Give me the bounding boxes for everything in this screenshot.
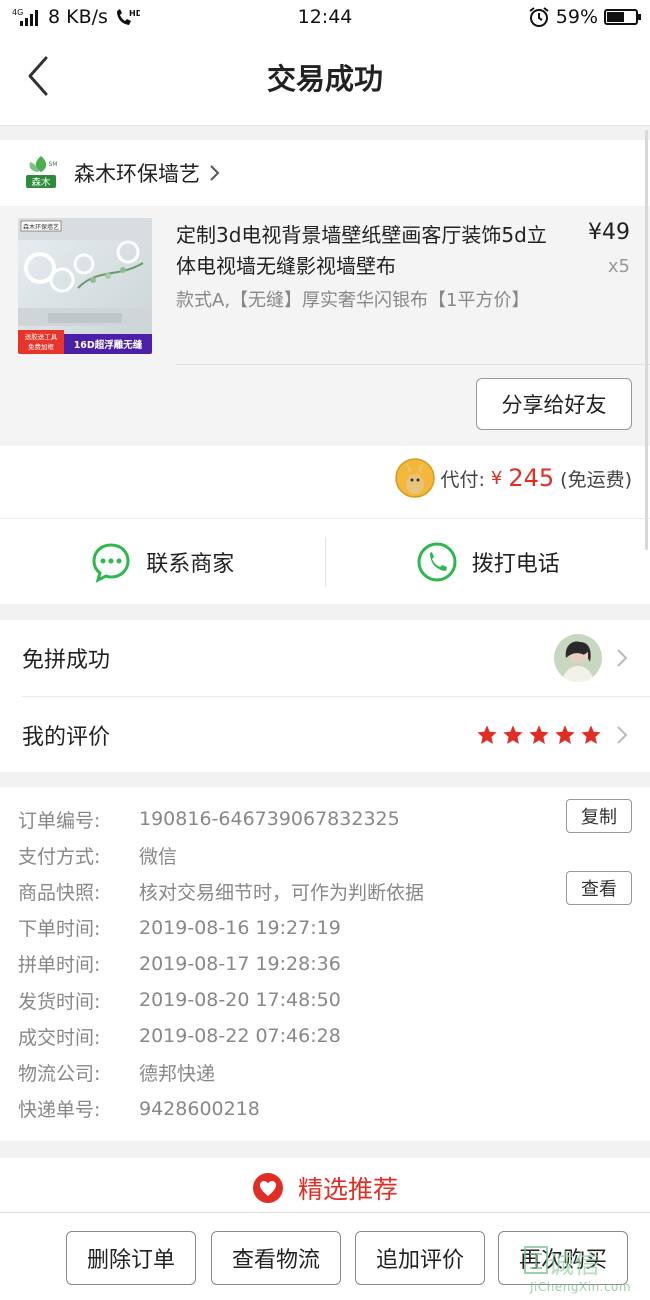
- group-success-label: 免拼成功: [22, 648, 111, 673]
- svg-text:送胶送工具: 送胶送工具: [25, 332, 58, 341]
- back-arrow-icon[interactable]: [20, 52, 60, 100]
- chevron-right-icon: [617, 725, 628, 744]
- order-info-row: 发货时间: 2019-08-20 17:48:50: [0, 982, 650, 1018]
- battery-icon: [604, 9, 641, 25]
- product-spec: 款式A,【无缝】厚实奢华闪银布【1平方价】: [176, 290, 530, 311]
- view-snapshot-button[interactable]: 查看: [566, 871, 632, 905]
- star-icon: [529, 724, 549, 744]
- network-speed: 8 KB/s: [48, 6, 108, 28]
- order-info-label: 快递单号:: [18, 1099, 101, 1122]
- star-icon: [503, 724, 523, 744]
- payment-amount: 245: [508, 464, 555, 492]
- order-shop-card: 森木 SM 森木环保墙艺 森木环保墙艺 送胶送工具 免费加框 16D超浮雕无缝 …: [0, 140, 650, 518]
- order-info-card: 订单编号: 190816-646739067832325 支付方式: 微信商品快照: 核…: [0, 787, 650, 1141]
- bottom-action-bar: 删除订单 查看物流 追加评价 再次购买: [0, 1212, 650, 1300]
- order-info-label: 订单编号:: [18, 809, 101, 832]
- product-price: ¥49: [588, 220, 630, 245]
- call-phone-label: 拨打电话: [471, 551, 560, 577]
- star-icon: [581, 724, 601, 744]
- battery-percent: 59%: [555, 6, 598, 28]
- order-info-value: 2019-08-16 19:27:19: [139, 916, 341, 939]
- svg-text:16D超浮雕无缝: 16D超浮雕无缝: [74, 339, 143, 351]
- order-info-row: 物流公司: 德邦快递: [0, 1054, 650, 1090]
- svg-text:免费加框: 免费加框: [28, 342, 55, 351]
- call-hd-icon: HD: [116, 9, 140, 25]
- signal-icon: 4G: [12, 8, 38, 26]
- page-title: 交易成功: [266, 62, 383, 96]
- payment-label: 代付:: [440, 468, 485, 491]
- shop-link[interactable]: 森木 SM 森木环保墙艺: [0, 140, 650, 206]
- order-info-label: 支付方式:: [18, 845, 101, 868]
- my-review-label: 我的评价: [22, 724, 111, 750]
- product-quantity: x5: [607, 256, 630, 277]
- svg-text:森木: 森木: [31, 177, 51, 189]
- order-info-value: 2019-08-17 19:28:36: [139, 952, 341, 975]
- scrollbar[interactable]: [645, 130, 648, 550]
- copy-order-button[interactable]: 复制: [566, 799, 632, 833]
- contact-merchant-label: 联系商家: [146, 551, 235, 577]
- order-info-label: 拼单时间:: [18, 954, 101, 977]
- order-info-row: 订单编号: 190816-646739067832325: [0, 801, 650, 837]
- order-info-row: 商品快照: 核对交易细节时，可作为判断依据: [0, 873, 650, 909]
- group-success-row[interactable]: 免拼成功: [0, 620, 650, 696]
- svg-text:SM: SM: [49, 161, 58, 168]
- recommend-section-header: 精选推荐: [0, 1158, 650, 1218]
- star-icon: [555, 724, 575, 744]
- star-icon: [477, 724, 497, 744]
- order-info-row: 成交时间: 2019-08-22 07:46:28: [0, 1018, 650, 1054]
- product-item[interactable]: 森木环保墙艺 送胶送工具 免费加框 16D超浮雕无缝 定制3d电视背景墙壁纸壁画…: [0, 206, 650, 446]
- chevron-right-icon: [210, 165, 220, 181]
- order-info-label: 成交时间:: [18, 1026, 101, 1049]
- order-info-row: 支付方式: 微信: [0, 837, 650, 873]
- shipping-note: (免运费): [560, 468, 632, 491]
- order-info-value: 9428600218: [139, 1097, 260, 1120]
- chat-icon: [92, 542, 130, 583]
- heart-icon: [252, 1173, 283, 1203]
- battery-level: [607, 12, 624, 22]
- alarm-icon: [529, 7, 549, 27]
- svg-text:森木环保墙艺: 森木环保墙艺: [23, 223, 59, 231]
- order-info-row: 快递单号: 9428600218: [0, 1091, 650, 1127]
- svg-text:HD: HD: [129, 9, 140, 18]
- phone-icon: [417, 542, 457, 581]
- order-info-value: 核对交易细节时，可作为判断依据: [139, 881, 425, 904]
- order-info-label: 下单时间:: [18, 918, 101, 941]
- delete-order-button[interactable]: 删除订单: [66, 1231, 196, 1285]
- view-logistics-button[interactable]: 查看物流: [211, 1231, 341, 1285]
- order-info-value: 微信: [139, 845, 178, 868]
- order-info-value: 2019-08-20 17:48:50: [139, 989, 341, 1012]
- svg-text:4G: 4G: [12, 8, 23, 17]
- nav-header: 交易成功: [0, 34, 650, 126]
- contact-row: 联系商家 拨打电话: [0, 518, 650, 604]
- order-info-value: 2019-08-22 07:46:28: [139, 1025, 341, 1048]
- share-to-friend-button[interactable]: 分享给好友: [476, 378, 632, 430]
- order-info-label: 发货时间:: [18, 990, 101, 1013]
- payment-summary: 代付: ¥ 245 (免运费): [394, 458, 632, 498]
- status-card: 免拼成功 我的评价: [0, 620, 650, 772]
- order-info-value: 190816-646739067832325: [139, 808, 400, 831]
- order-info-value: 德邦快递: [139, 1062, 216, 1085]
- recommend-title: 精选推荐: [297, 1175, 398, 1204]
- shop-name: 森木环保墙艺: [74, 162, 200, 186]
- shop-logo: 森木 SM: [26, 156, 58, 189]
- order-info-label: 商品快照:: [18, 881, 101, 904]
- order-info-row: 拼单时间: 2019-08-17 19:28:36: [0, 946, 650, 982]
- divider: [176, 364, 650, 365]
- product-title: 定制3d电视背景墙壁纸壁画客厅装饰5d立体电视墙无缝影视墙壁布: [176, 223, 547, 278]
- add-review-button[interactable]: 追加评价: [355, 1231, 485, 1285]
- my-review-row[interactable]: 我的评价: [22, 696, 650, 772]
- group-member-avatar[interactable]: [554, 634, 602, 682]
- status-bar: 4G 8 KB/s HD 12:44 59%: [0, 0, 650, 34]
- order-info-row: 下单时间: 2019-08-16 19:27:19: [0, 910, 650, 946]
- order-info-label: 物流公司:: [18, 1062, 101, 1085]
- payment-currency: ¥: [490, 467, 503, 489]
- chevron-right-icon: [617, 649, 628, 667]
- buy-again-button[interactable]: 再次购买: [498, 1231, 628, 1285]
- contact-merchant-button[interactable]: 联系商家: [0, 519, 325, 604]
- product-thumbnail[interactable]: 森木环保墙艺 送胶送工具 免费加框 16D超浮雕无缝: [18, 218, 152, 354]
- payer-avatar[interactable]: [394, 458, 435, 498]
- call-phone-button[interactable]: 拨打电话: [326, 519, 650, 604]
- review-stars: [476, 724, 602, 746]
